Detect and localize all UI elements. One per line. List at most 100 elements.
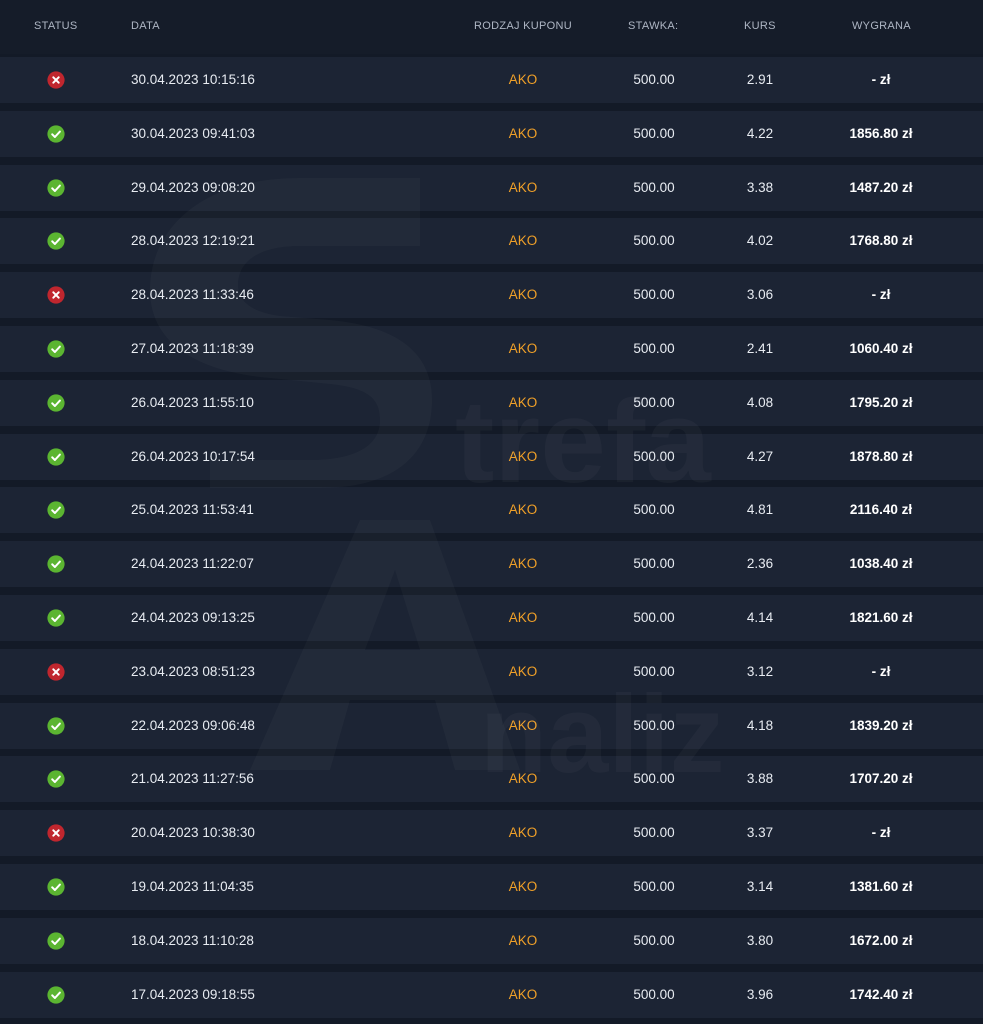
row-stake: 500.00 bbox=[633, 663, 675, 679]
row-date: 28.04.2023 11:33:46 bbox=[131, 287, 254, 303]
row-stake: 500.00 bbox=[633, 287, 675, 303]
check-circle-icon bbox=[47, 340, 65, 358]
table-row[interactable]: 26.04.2023 10:17:54 AKO 500.00 4.27 1878.80 … bbox=[0, 433, 983, 480]
row-odds: 3.38 bbox=[746, 179, 774, 195]
row-date: 26.04.2023 10:17:54 bbox=[131, 448, 255, 464]
table-row[interactable]: 18.04.2023 11:10:28 AKO 500.00 3.80 1672.00 … bbox=[0, 917, 983, 964]
row-date: 24.04.2023 11:22:07 bbox=[131, 556, 254, 572]
check-circle-icon bbox=[47, 501, 65, 519]
row-stake: 500.00 bbox=[633, 502, 675, 518]
row-coupon-type: AKO bbox=[508, 825, 538, 841]
row-date: 18.04.2023 11:10:28 bbox=[131, 932, 254, 948]
row-stake: 500.00 bbox=[633, 341, 675, 356]
row-coupon-type: AKO bbox=[508, 233, 538, 249]
header-date[interactable]: DATA bbox=[131, 20, 160, 32]
check-circle-icon bbox=[47, 770, 65, 788]
row-stake: 500.00 bbox=[633, 179, 675, 195]
table-row[interactable]: 23.04.2023 08:51:23 AKO 500.00 3.12 - zł bbox=[0, 648, 983, 695]
header-coupon-type[interactable]: RODZAJ KUPONU bbox=[474, 20, 572, 32]
row-odds: 2.91 bbox=[746, 72, 774, 87]
row-odds: 4.18 bbox=[746, 717, 774, 733]
row-coupon-type: AKO bbox=[508, 448, 538, 464]
row-odds: 4.22 bbox=[746, 125, 774, 141]
row-date: 19.04.2023 11:04:35 bbox=[131, 879, 254, 894]
header-stake[interactable]: STAWKA: bbox=[628, 20, 678, 32]
header-odds[interactable]: KURS bbox=[744, 20, 776, 32]
row-coupon-type: AKO bbox=[508, 72, 538, 87]
row-win-amount: 1742.40 zł bbox=[849, 986, 913, 1002]
row-coupon-type: AKO bbox=[508, 341, 538, 356]
row-stake: 500.00 bbox=[633, 986, 675, 1002]
table-row[interactable]: 29.04.2023 09:08:20 AKO 500.00 3.38 1487.20 … bbox=[0, 164, 983, 211]
row-odds: 3.88 bbox=[746, 771, 774, 787]
row-date: 28.04.2023 12:19:21 bbox=[131, 233, 255, 249]
header-win[interactable]: WYGRANA bbox=[852, 20, 911, 32]
table-row[interactable]: 21.04.2023 11:27:56 AKO 500.00 3.88 1707.20 … bbox=[0, 756, 983, 803]
table-header: STATUS DATA RODZAJ KUPONU STAWKA: KURS W… bbox=[0, 0, 983, 54]
row-win-amount: 1856.80 zł bbox=[849, 125, 913, 141]
row-odds: 4.81 bbox=[746, 502, 774, 518]
table-row[interactable]: 28.04.2023 11:33:46 AKO 500.00 3.06 - zł bbox=[0, 272, 983, 319]
row-win-amount: 1060.40 zł bbox=[849, 341, 913, 356]
table-row[interactable]: 25.04.2023 11:53:41 AKO 500.00 4.81 2116.40 … bbox=[0, 487, 983, 534]
row-date: 17.04.2023 09:18:55 bbox=[131, 986, 255, 1002]
row-date: 22.04.2023 09:06:48 bbox=[131, 717, 255, 733]
x-circle-icon bbox=[47, 663, 65, 681]
table-row[interactable]: 28.04.2023 12:19:21 AKO 500.00 4.02 1768.80 … bbox=[0, 218, 983, 265]
check-circle-icon bbox=[47, 609, 65, 627]
row-date: 24.04.2023 09:13:25 bbox=[131, 610, 255, 625]
table-row[interactable]: 22.04.2023 09:06:48 AKO 500.00 4.18 1839.20 … bbox=[0, 702, 983, 749]
table-row[interactable]: 30.04.2023 10:15:16 AKO 500.00 2.91 - zł bbox=[0, 57, 983, 103]
row-date: 30.04.2023 10:15:16 bbox=[131, 72, 255, 87]
check-circle-icon bbox=[47, 232, 65, 250]
row-date: 20.04.2023 10:38:30 bbox=[131, 825, 255, 841]
row-stake: 500.00 bbox=[633, 610, 675, 625]
row-odds: 3.06 bbox=[746, 287, 774, 303]
row-odds: 3.14 bbox=[746, 879, 774, 894]
row-odds: 3.96 bbox=[746, 986, 774, 1002]
row-stake: 500.00 bbox=[633, 771, 675, 787]
table-row[interactable]: 20.04.2023 10:38:30 AKO 500.00 3.37 - zł bbox=[0, 810, 983, 857]
row-win-amount: 1038.40 zł bbox=[849, 556, 913, 572]
table-row[interactable]: 19.04.2023 11:04:35 AKO 500.00 3.14 1381.60 … bbox=[0, 864, 983, 910]
row-win-amount: 2116.40 zł bbox=[849, 502, 913, 518]
row-win-amount: 1878.80 zł bbox=[849, 448, 913, 464]
row-date: 27.04.2023 11:18:39 bbox=[131, 341, 254, 356]
table-row[interactable]: 17.04.2023 09:18:55 AKO 500.00 3.96 1742.40 … bbox=[0, 971, 983, 1018]
table-row[interactable]: 24.04.2023 11:22:07 AKO 500.00 2.36 1038.40 … bbox=[0, 541, 983, 588]
check-circle-icon bbox=[47, 985, 65, 1004]
row-win-amount: - zł bbox=[871, 825, 891, 841]
row-coupon-type: AKO bbox=[508, 125, 538, 141]
row-stake: 500.00 bbox=[633, 72, 675, 87]
row-stake: 500.00 bbox=[633, 556, 675, 572]
row-coupon-type: AKO bbox=[508, 502, 538, 518]
check-circle-icon bbox=[47, 878, 65, 896]
row-date: 29.04.2023 09:08:20 bbox=[131, 179, 255, 195]
table-row[interactable]: 30.04.2023 09:41:03 AKO 500.00 4.22 1856.80 … bbox=[0, 110, 983, 157]
check-circle-icon bbox=[47, 555, 65, 573]
row-win-amount: 1672.00 zł bbox=[849, 932, 913, 948]
row-stake: 500.00 bbox=[633, 879, 675, 894]
row-odds: 4.02 bbox=[746, 233, 774, 249]
table-row[interactable]: 26.04.2023 11:55:10 AKO 500.00 4.08 1795.20 … bbox=[0, 379, 983, 426]
row-date: 21.04.2023 11:27:56 bbox=[131, 771, 254, 787]
row-win-amount: 1707.20 zł bbox=[849, 771, 913, 787]
table-row[interactable]: 27.04.2023 11:18:39 AKO 500.00 2.41 1060.40 … bbox=[0, 326, 983, 372]
check-circle-icon bbox=[47, 716, 65, 735]
row-win-amount: 1487.20 zł bbox=[849, 179, 913, 195]
row-coupon-type: AKO bbox=[508, 610, 538, 625]
row-stake: 500.00 bbox=[633, 932, 675, 948]
table-row[interactable]: 24.04.2023 09:13:25 AKO 500.00 4.14 1821.60 … bbox=[0, 595, 983, 641]
row-odds: 3.80 bbox=[746, 932, 774, 948]
row-date: 25.04.2023 11:53:41 bbox=[131, 502, 254, 518]
row-win-amount: 1795.20 zł bbox=[849, 394, 913, 410]
row-odds: 3.12 bbox=[746, 663, 774, 679]
row-date: 26.04.2023 11:55:10 bbox=[131, 394, 254, 410]
header-status[interactable]: STATUS bbox=[34, 20, 78, 32]
row-win-amount: 1381.60 zł bbox=[849, 879, 913, 894]
x-circle-icon bbox=[47, 824, 65, 842]
row-coupon-type: AKO bbox=[508, 179, 538, 195]
row-odds: 4.27 bbox=[746, 448, 774, 464]
check-circle-icon bbox=[47, 932, 65, 950]
row-stake: 500.00 bbox=[633, 448, 675, 464]
